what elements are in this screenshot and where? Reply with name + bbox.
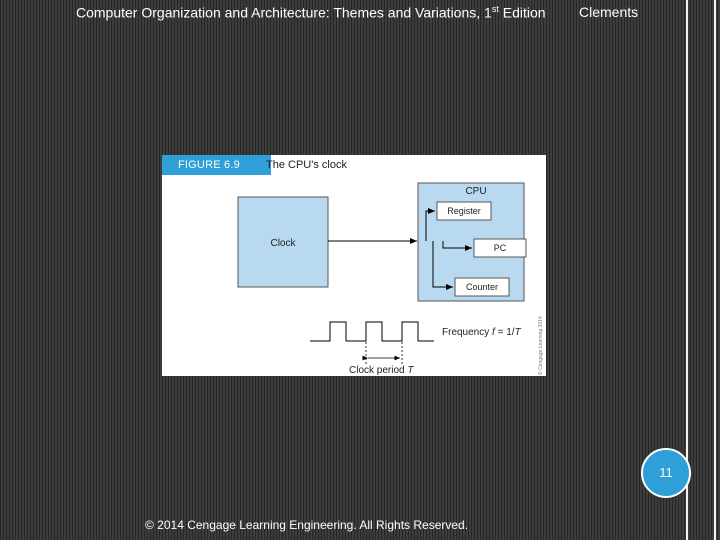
footer-copyright: © 2014 Cengage Learning Engineering. All… — [145, 518, 469, 532]
clock-period-dimension — [365, 322, 403, 365]
pc-label: PC — [494, 243, 507, 253]
frequency-label: Frequency f = 1/T — [442, 327, 522, 338]
slide-header-title: Computer Organization and Architecture: … — [76, 4, 546, 21]
cpu-label: CPU — [465, 186, 486, 197]
figure-panel: FIGURE 6.9 The CPU's clock Clock CPU Reg… — [162, 155, 546, 376]
clock-diagram: Clock CPU Register PC Counter Frequency … — [237, 182, 544, 376]
counter-label: Counter — [466, 282, 498, 292]
figure-side-copyright: © Cengage Learning 2014 — [537, 316, 544, 375]
clock-period-label: Clock period T — [349, 365, 414, 376]
page-number-badge: 11 — [641, 448, 691, 498]
register-label: Register — [447, 206, 481, 216]
clock-waveform — [310, 321, 434, 342]
clock-label: Clock — [270, 238, 296, 249]
slide-header-author: Clements — [579, 4, 639, 20]
right-border-line-2 — [714, 0, 716, 540]
